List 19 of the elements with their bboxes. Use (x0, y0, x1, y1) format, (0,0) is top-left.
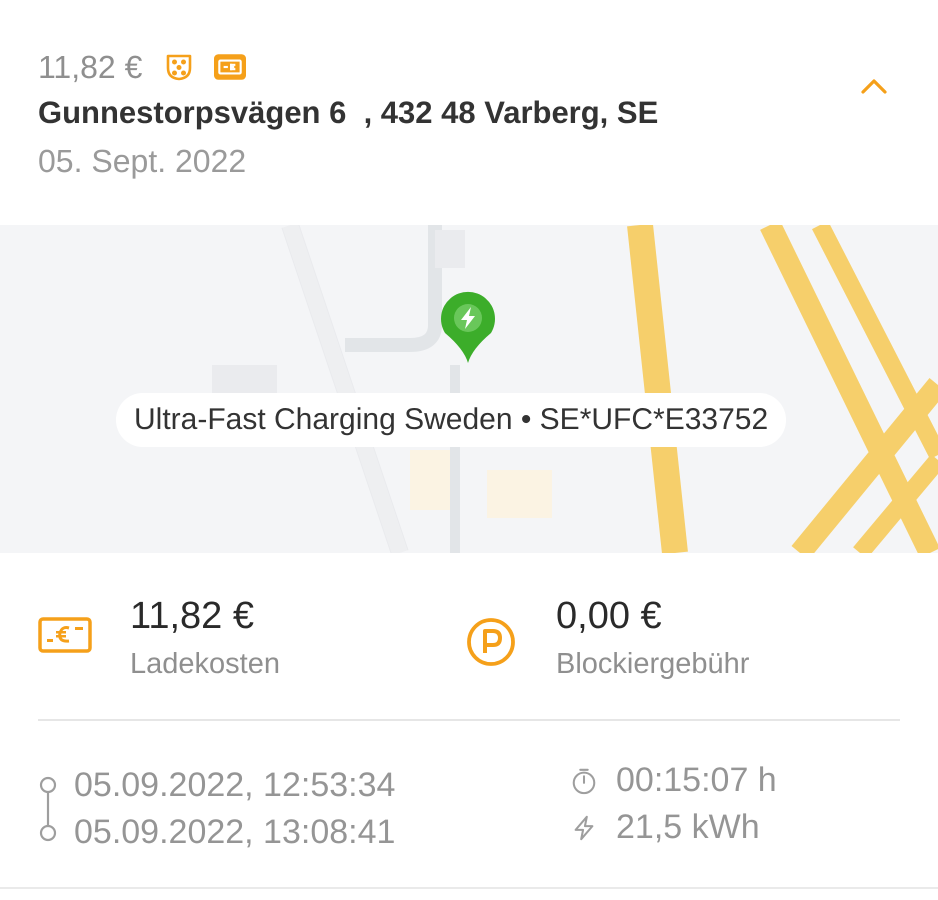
energy: 21,5 kWh (616, 808, 760, 847)
connector-icon (164, 52, 194, 82)
stopwatch-icon (570, 766, 598, 794)
parking-icon (466, 617, 516, 667)
station-label: Ultra-Fast Charging Sweden • SE*UFC*E33752 (116, 393, 786, 447)
cost-label: Ladekosten (130, 648, 280, 681)
cost-label: Blockiergebühr (556, 648, 750, 681)
station-address: Gunnestorpsvägen 6 , 432 48 Varberg, SE (38, 95, 660, 131)
session-date: 05. Sept. 2022 (38, 143, 248, 180)
payment-card-icon (214, 54, 246, 80)
start-time: 05.09.2022, 12:53:34 (74, 766, 396, 805)
duration: 00:15:07 h (616, 761, 777, 800)
cost-amount: 11,82 € (130, 595, 255, 638)
end-time: 05.09.2022, 13:08:41 (74, 813, 396, 852)
price-card-icon (38, 617, 92, 653)
cost-amount: 0,00 € (556, 595, 663, 638)
price: 11,82 € (38, 48, 142, 86)
caret-icon (860, 78, 888, 94)
timeline-icon (38, 776, 58, 842)
